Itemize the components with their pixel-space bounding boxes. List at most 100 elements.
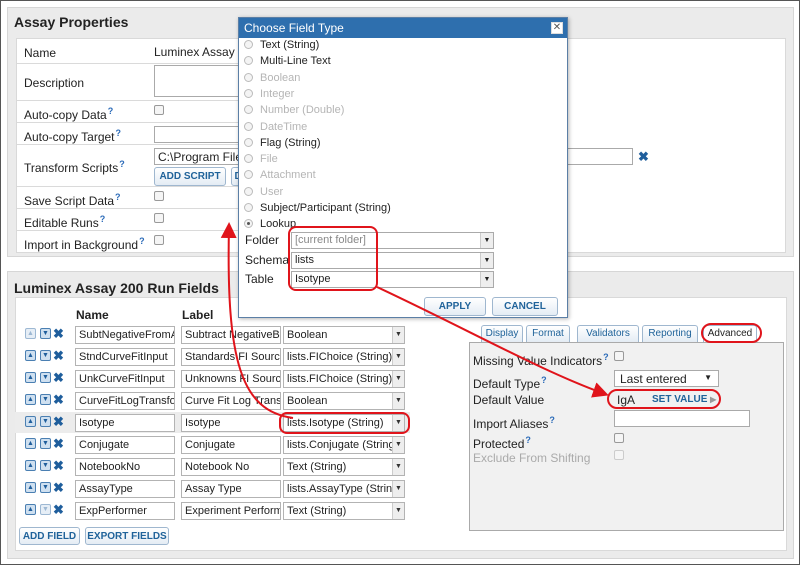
help-icon[interactable]: ? <box>549 415 555 425</box>
move-down-icon[interactable]: ▼ <box>40 394 51 405</box>
table-row[interactable]: ▲ ▼ ✖ Conjugate Conjugate lists.Conjugate (St… <box>15 434 410 455</box>
help-icon[interactable]: ? <box>139 236 145 246</box>
protected-checkbox[interactable] <box>614 433 624 443</box>
move-up-icon[interactable]: ▲ <box>25 328 36 339</box>
table-row[interactable]: ▲ ▼✖ CurveFitLogTransform Curve Fit Log Tra… <box>15 390 410 411</box>
table-row[interactable]: ▲ ▼✖ UnkCurveFitInput Unknowns FI Source (l… <box>15 368 410 389</box>
move-down-icon[interactable]: ▼ <box>40 482 51 493</box>
field-name-input[interactable]: Isotype <box>75 414 175 432</box>
delete-field-icon[interactable]: ✖ <box>53 503 64 516</box>
help-icon[interactable]: ? <box>119 159 125 169</box>
delete-field-icon[interactable]: ✖ <box>53 371 64 384</box>
field-type-radio[interactable] <box>244 219 253 229</box>
field-type-select[interactable]: lists.Conjugate (String) ▼ <box>283 436 405 454</box>
move-down-icon[interactable]: ▼ <box>40 504 51 515</box>
field-type-select[interactable]: lists.FIChoice (String) ▼ <box>283 348 405 366</box>
help-icon[interactable]: ? <box>100 214 106 224</box>
table-row[interactable]: ▲ ▼✖ StndCurveFitInput Standards FI Source … <box>15 346 410 367</box>
field-label-input[interactable]: Subtract NegativeBea <box>181 326 281 344</box>
field-label-input[interactable]: Conjugate <box>181 436 281 454</box>
field-label-input[interactable]: Curve Fit Log Transfo <box>181 392 281 410</box>
help-icon[interactable]: ? <box>603 352 609 362</box>
remove-script-icon[interactable]: ✖ <box>638 150 649 163</box>
move-down-icon[interactable]: ▼ <box>40 350 51 361</box>
field-type-select[interactable]: Text (String) ▼ <box>283 502 405 520</box>
delete-field-icon[interactable]: ✖ <box>53 415 64 428</box>
table-row[interactable]: ▲ ▼ ✖ SubtNegativeFromAll Subtract NegativeB… <box>15 324 410 345</box>
field-label-input[interactable]: Unknowns FI Source ( <box>181 370 281 388</box>
field-type-radio[interactable] <box>244 56 253 66</box>
field-label-input[interactable]: Experiment Performe <box>181 502 281 520</box>
close-icon[interactable]: ✕ <box>551 22 563 34</box>
field-type-radio[interactable] <box>244 137 253 147</box>
move-down-icon[interactable]: ▼ <box>40 438 51 449</box>
field-name-input[interactable]: UnkCurveFitInput <box>75 370 175 388</box>
add-script-button[interactable]: ADD SCRIPT <box>154 167 226 186</box>
help-icon[interactable]: ? <box>116 128 122 138</box>
move-down-icon[interactable]: ▼ <box>40 460 51 471</box>
help-icon[interactable]: ? <box>115 192 121 202</box>
delete-field-icon[interactable]: ✖ <box>53 393 64 406</box>
field-name-input[interactable]: SubtNegativeFromAll <box>75 326 175 344</box>
import-background-checkbox[interactable] <box>154 235 164 245</box>
field-name-input[interactable]: ExpPerformer <box>75 502 175 520</box>
field-type-select[interactable]: Boolean ▼ <box>283 326 405 344</box>
move-down-icon[interactable]: ▼ <box>40 372 51 383</box>
delete-field-icon[interactable]: ✖ <box>53 481 64 494</box>
default-type-select[interactable]: Last entered ▼ <box>614 370 719 387</box>
help-icon[interactable]: ? <box>541 375 547 385</box>
move-up-icon[interactable]: ▲ <box>25 372 36 383</box>
field-label-input[interactable]: Isotype <box>181 414 281 432</box>
import-aliases-field[interactable] <box>614 410 750 427</box>
field-type-select[interactable]: lists.AssayType (String) ▼ <box>283 480 405 498</box>
table-row[interactable]: ▲ ▼ ✖ ExpPerformer Experiment Performe Text (… <box>15 500 410 521</box>
delete-field-icon[interactable]: ✖ <box>53 327 64 340</box>
editable-runs-checkbox[interactable] <box>154 213 164 223</box>
move-down-icon[interactable]: ▼ <box>40 328 51 339</box>
transform-script-path-field-end[interactable] <box>567 148 633 165</box>
field-name-input[interactable]: Conjugate <box>75 436 175 454</box>
field-type-select[interactable]: lists.FIChoice (String) ▼ <box>283 370 405 388</box>
field-label-input[interactable]: Notebook No <box>181 458 281 476</box>
tab-reporting[interactable]: Reporting <box>642 325 698 342</box>
tab-format[interactable]: Format <box>526 325 570 342</box>
property-label: Import in Background <box>24 238 139 252</box>
field-type-radio[interactable] <box>244 203 253 212</box>
field-type-select[interactable]: Boolean ▼ <box>283 392 405 410</box>
move-up-icon[interactable]: ▲ <box>25 460 36 471</box>
field-name-input[interactable]: NotebookNo <box>75 458 175 476</box>
delete-field-icon[interactable]: ✖ <box>53 459 64 472</box>
field-name-input[interactable]: AssayType <box>75 480 175 498</box>
field-type-select[interactable]: Text (String) ▼ <box>283 458 405 476</box>
table-row[interactable]: ▲ ▼ ✖ AssayType Assay Type lists.AssayType (S… <box>15 478 410 499</box>
move-up-icon[interactable]: ▲ <box>25 350 36 361</box>
field-type-radio[interactable] <box>244 40 253 49</box>
move-up-icon[interactable]: ▲ <box>25 438 36 449</box>
tab-validators[interactable]: Validators <box>577 325 639 342</box>
help-icon[interactable]: ? <box>525 435 531 445</box>
missing-value-checkbox[interactable] <box>614 351 624 361</box>
field-label-input[interactable]: Standards FI Source ( <box>181 348 281 366</box>
move-down-icon[interactable]: ▼ <box>40 416 51 427</box>
move-up-icon[interactable]: ▲ <box>25 482 36 493</box>
table-row[interactable]: ▲ ▼ ✖ NotebookNo Notebook No Text (String) ▼ <box>15 456 410 477</box>
move-up-icon[interactable]: ▲ <box>25 416 36 427</box>
tab-display[interactable]: Display <box>481 325 523 342</box>
move-up-icon[interactable]: ▲ <box>25 504 36 515</box>
delete-field-icon[interactable]: ✖ <box>53 437 64 450</box>
field-type-option-label: Boolean <box>260 71 301 84</box>
apply-button[interactable]: APPLY <box>424 297 486 316</box>
field-type-value: Text (String) <box>287 505 347 517</box>
column-header-name: Name <box>76 308 109 322</box>
autocopy-data-checkbox[interactable] <box>154 105 164 115</box>
field-label-input[interactable]: Assay Type <box>181 480 281 498</box>
field-name-input[interactable]: StndCurveFitInput <box>75 348 175 366</box>
export-fields-button[interactable]: EXPORT FIELDS <box>85 527 169 545</box>
delete-field-icon[interactable]: ✖ <box>53 349 64 362</box>
cancel-button[interactable]: CANCEL <box>492 297 558 316</box>
field-name-input[interactable]: CurveFitLogTransform <box>75 392 175 410</box>
save-script-data-checkbox[interactable] <box>154 191 164 201</box>
move-up-icon[interactable]: ▲ <box>25 394 36 405</box>
add-field-button[interactable]: ADD FIELD <box>19 527 80 545</box>
help-icon[interactable]: ? <box>108 106 114 116</box>
